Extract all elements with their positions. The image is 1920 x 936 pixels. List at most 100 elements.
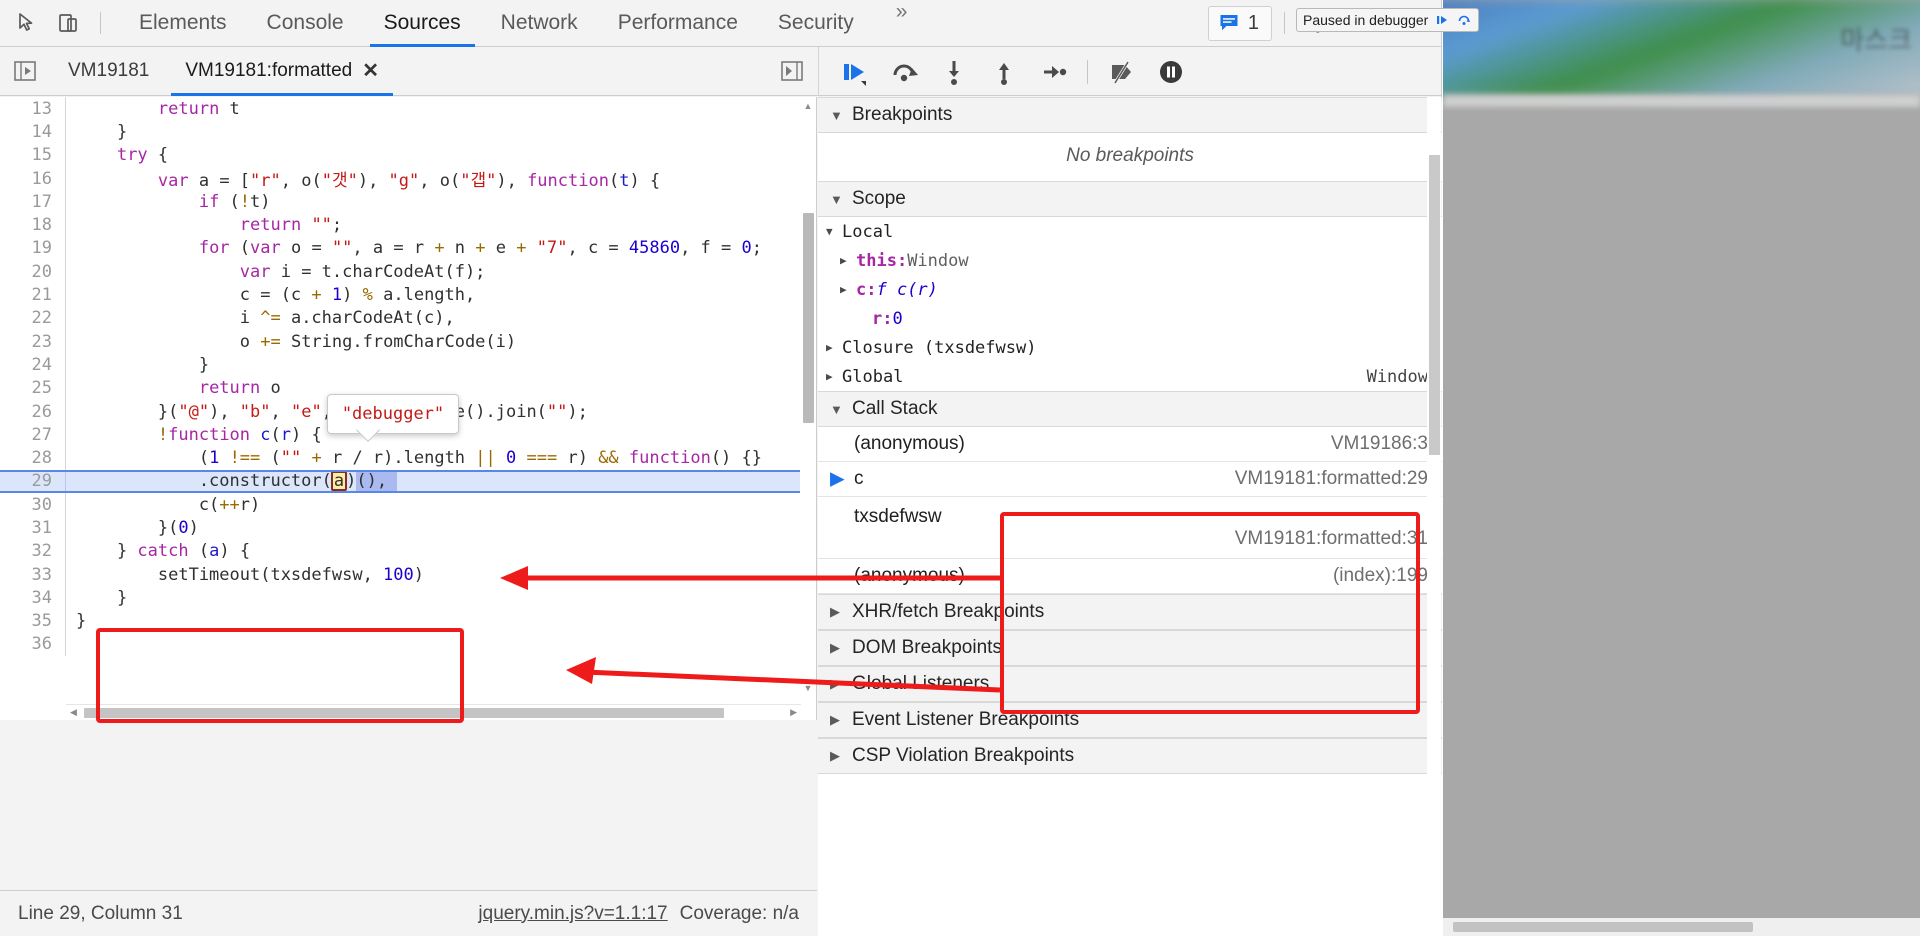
pane-header-global-listeners[interactable]: ▶ Global Listeners [818,666,1442,702]
step-over-next-function-call-button[interactable] [881,52,927,92]
more-panels-chevron-icon[interactable]: » [874,0,930,47]
line-number[interactable]: 19 [0,236,66,261]
editor-vertical-scrollbar[interactable]: ▲ ▼ [801,97,815,697]
code-line[interactable]: 30 c(++r) [0,493,800,517]
line-number[interactable]: 32 [0,539,66,563]
code-line[interactable]: 19 for (var o = "", a = r + n + e + "7",… [0,236,800,261]
step-button[interactable] [1031,52,1077,92]
chevron-right-icon[interactable]: ▶ [826,370,842,383]
line-number[interactable]: 31 [0,516,66,540]
code-line[interactable]: 15 try { [0,143,800,167]
line-number[interactable]: 15 [0,143,66,167]
scroll-up-arrow-icon[interactable]: ▲ [803,101,813,111]
call-stack-frame[interactable]: (anonymous) VM19186:3 [818,427,1442,462]
editor-horizontal-scrollbar[interactable]: ◀ ▶ [66,704,801,720]
code-line[interactable]: 17 if (!t) [0,190,800,214]
code-line[interactable]: 14 } [0,120,800,144]
code-line[interactable]: 29 .constructor(a)(), [0,469,800,494]
code-line[interactable]: 24 } [0,353,800,377]
scope-row[interactable]: ▼ Local [818,217,1442,246]
call-stack-frame[interactable]: (anonymous) (index):199 [818,559,1442,594]
source-file-link[interactable]: jquery.min.js?v=1.1:17 [478,903,667,925]
code-line[interactable]: 20 var i = t.charCodeAt(f); [0,260,800,284]
line-number[interactable]: 25 [0,376,66,400]
chevron-right-icon[interactable]: ▶ [840,283,856,296]
pane-header-event-listener-breakpoints[interactable]: ▶ Event Listener Breakpoints [818,702,1442,738]
code-line[interactable]: 22 i ^= a.charCodeAt(c), [0,306,800,330]
console-messages-badge[interactable]: 1 [1207,5,1272,41]
code-line[interactable]: 18 return ""; [0,213,800,237]
file-tab-vm19181-formatted[interactable]: VM19181:formatted ✕ [167,47,397,96]
tab-sources[interactable]: Sources [364,0,481,47]
resume-script-execution-button[interactable] [831,52,877,92]
step-out-of-current-function-button[interactable] [981,52,1027,92]
tab-console[interactable]: Console [247,0,364,47]
scope-row[interactable]: r: 0 [818,304,1442,333]
tab-elements[interactable]: Elements [119,0,247,47]
pane-header-csp-violation-breakpoints[interactable]: ▶ CSP Violation Breakpoints [818,738,1442,774]
line-number[interactable]: 22 [0,306,66,330]
line-number[interactable]: 29 [0,469,66,494]
pane-header-call-stack[interactable]: ▼ Call Stack [818,391,1442,427]
scope-row[interactable]: ▶ this: Window [818,246,1442,275]
line-number[interactable]: 30 [0,493,66,517]
line-number[interactable]: 21 [0,283,66,307]
code-line[interactable]: 31 }(0) [0,516,800,540]
show-navigator-icon[interactable] [0,47,50,96]
sidebar-vertical-scrollbar-thumb[interactable] [1429,155,1440,455]
line-number[interactable]: 23 [0,329,66,354]
line-number[interactable]: 28 [0,446,66,470]
code-line[interactable]: 32 } catch (a) { [0,539,800,563]
page-horizontal-scrollbar-thumb[interactable] [1453,922,1753,932]
tab-security[interactable]: Security [758,0,874,47]
sidebar-vertical-scrollbar[interactable] [1427,97,1441,897]
pane-header-breakpoints[interactable]: ▼ Breakpoints [818,97,1442,133]
line-number[interactable]: 24 [0,353,66,377]
line-number[interactable]: 20 [0,260,66,284]
code-line[interactable]: 35} [0,609,800,633]
code-line[interactable]: 34 } [0,586,800,610]
editor-vertical-scrollbar-thumb[interactable] [803,213,814,423]
line-number[interactable]: 17 [0,190,66,214]
line-number[interactable]: 18 [0,213,66,237]
step-over-icon[interactable] [1456,12,1472,28]
scroll-left-arrow-icon[interactable]: ◀ [70,707,77,718]
line-number[interactable]: 13 [0,97,66,121]
code-line[interactable]: 21 c = (c + 1) % a.length, [0,283,800,307]
inspect-cursor-icon[interactable] [6,3,48,43]
tab-performance[interactable]: Performance [598,0,758,47]
chevron-right-icon[interactable]: ▶ [840,254,856,267]
code-line[interactable]: 33 setTimeout(txsdefwsw, 100) [0,562,800,587]
tab-network[interactable]: Network [481,0,598,47]
source-code-editor[interactable]: 13 return t 14 } 15 try {16 var a = ["r", … [0,97,817,720]
code-line[interactable]: 36 [0,632,800,657]
scroll-down-arrow-icon[interactable]: ▼ [803,683,813,693]
deactivate-breakpoints-button[interactable] [1098,52,1144,92]
scope-row[interactable]: ▶ Closure (txsdefwsw) [818,333,1442,362]
device-toggle-icon[interactable] [48,3,90,43]
close-icon[interactable]: ✕ [362,61,379,81]
resume-icon[interactable] [1434,12,1450,28]
scope-row[interactable]: ▶ Global Window [818,362,1442,391]
pane-header-xhr-fetch-breakpoints[interactable]: ▶ XHR/fetch Breakpoints [818,594,1442,630]
scroll-right-arrow-icon[interactable]: ▶ [790,707,797,718]
line-number[interactable]: 16 [0,166,66,191]
line-number[interactable]: 33 [0,562,66,587]
call-stack-frame[interactable]: ▶ c VM19181:formatted:29 [818,462,1442,497]
line-number[interactable]: 34 [0,586,66,610]
step-into-next-function-call-button[interactable] [931,52,977,92]
code-line[interactable]: 28 (1 !== ("" + r / r).length || 0 === r… [0,446,800,470]
file-tab-vm19181[interactable]: VM19181 [50,47,167,96]
editor-horizontal-scrollbar-thumb[interactable] [84,708,724,718]
code-line[interactable]: 16 var a = ["r", o("갯"), "g", o("갭"), fu… [0,166,800,191]
web-page-viewport[interactable]: 마스크 [1443,0,1920,936]
line-number[interactable]: 14 [0,120,66,144]
chevron-right-icon[interactable]: ▶ [826,341,842,354]
pane-header-scope[interactable]: ▼ Scope [818,181,1442,217]
scope-row[interactable]: ▶ c: f c(r) [818,275,1442,304]
page-horizontal-scrollbar[interactable] [1443,918,1920,936]
pane-header-dom-breakpoints[interactable]: ▶ DOM Breakpoints [818,630,1442,666]
pause-on-exceptions-button[interactable] [1148,52,1194,92]
code-line[interactable]: 23 o += String.fromCharCode(i) [0,329,800,354]
code-line[interactable]: 13 return t [0,97,800,121]
